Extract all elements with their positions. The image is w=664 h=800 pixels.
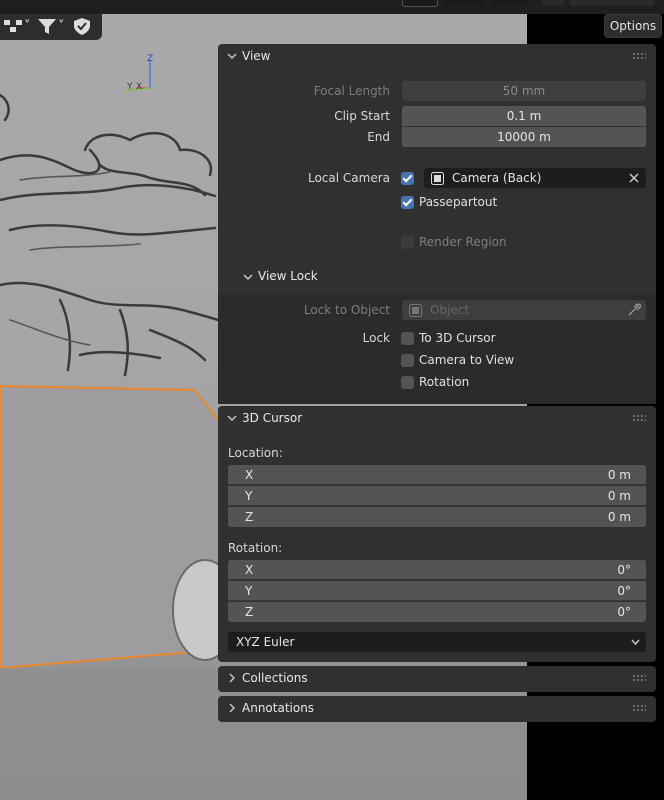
chevron-down-icon [227, 53, 237, 59]
collections-panel-header[interactable]: Collections [218, 666, 656, 692]
object-icon [409, 304, 422, 317]
3d-cursor-panel: 3D Cursor Location: X 0 m Y 0 m Z 0 m Ro… [218, 406, 656, 662]
to-3d-cursor-checkbox[interactable] [401, 332, 414, 345]
axis-label: Z [245, 605, 254, 619]
view-panel-header[interactable]: View [218, 44, 656, 70]
rotation-lock-label: Rotation [419, 375, 470, 389]
camera-to-view-checkbox[interactable] [401, 354, 414, 367]
camera-selector[interactable]: Camera (Back) [424, 168, 646, 188]
rotation-y-field[interactable]: Y 0° [228, 581, 646, 601]
filter-icon[interactable] [38, 19, 56, 35]
location-label: Location: [228, 446, 283, 460]
focal-length-field[interactable]: 50 mm [402, 81, 646, 101]
camera-value: Camera (Back) [452, 171, 542, 185]
close-icon[interactable] [629, 173, 639, 183]
passepartout-checkbox[interactable] [401, 196, 414, 209]
view-lock-section: Lock to Object Object Lock To 3D Cursor … [218, 294, 656, 404]
axis-label: Y [245, 584, 253, 598]
view-lock-header[interactable]: View Lock [218, 264, 656, 290]
axis-value: 0° [617, 563, 631, 577]
clip-end-field[interactable]: 10000 m [402, 127, 646, 147]
rotation-label: Rotation: [228, 541, 283, 555]
render-region-label: Render Region [419, 235, 507, 249]
outliner-icon[interactable] [4, 20, 22, 34]
collections-panel: Collections [218, 666, 656, 692]
gizmo-y-label: Y [126, 82, 133, 92]
chevron-right-icon [229, 703, 235, 713]
3d-cursor-panel-header[interactable]: 3D Cursor [218, 406, 656, 432]
axis-label: X [245, 563, 254, 577]
passepartout-label: Passepartout [419, 195, 498, 209]
axis-label: Y [245, 489, 253, 503]
axis-gizmo: Z Y X [123, 54, 153, 92]
drag-grip-icon[interactable] [632, 414, 646, 422]
render-region-checkbox[interactable] [401, 236, 414, 249]
drag-grip-icon[interactable] [632, 52, 646, 60]
3d-cursor-panel-title: 3D Cursor [242, 411, 303, 425]
axis-label: X [245, 468, 254, 482]
rotation-lock-checkbox[interactable] [401, 376, 414, 389]
header-icon-strip [400, 0, 664, 8]
lock-object-placeholder: Object [430, 303, 470, 317]
lock-object-field[interactable]: Object [402, 300, 646, 320]
chevron-down-icon[interactable]: ˅ [24, 18, 31, 36]
camera-to-view-label: Camera to View [419, 353, 515, 367]
annotations-panel-header[interactable]: Annotations [218, 696, 656, 722]
annotations-panel: Annotations [218, 696, 656, 722]
view-panel-title: View [242, 49, 271, 63]
drag-grip-icon[interactable] [632, 674, 646, 682]
local-camera-checkbox[interactable] [401, 172, 414, 185]
axis-value: 0 m [607, 510, 631, 524]
rotation-mode-value: XYZ Euler [236, 635, 295, 649]
chevron-down-icon[interactable]: ˅ [58, 18, 65, 36]
clip-end-label: End [367, 130, 390, 144]
to-3d-cursor-label: To 3D Cursor [419, 331, 496, 345]
chevron-down-icon [243, 274, 253, 280]
clip-start-label: Clip Start [334, 109, 390, 123]
axis-value: 0° [617, 584, 631, 598]
gizmo-z-label: Z [147, 54, 153, 64]
lock-label: Lock [362, 331, 390, 345]
view-lock-title: View Lock [258, 269, 318, 283]
axis-value: 0 m [607, 489, 631, 503]
chevron-down-icon [227, 415, 237, 421]
axis-label: Z [245, 510, 254, 524]
eyedropper-icon[interactable] [627, 303, 641, 317]
location-x-field[interactable]: X 0 m [228, 465, 646, 485]
shield-icon[interactable] [74, 18, 90, 35]
axis-value: 0 m [607, 468, 631, 482]
view-panel: View Focal Length 50 mm Clip Start 0.1 m… [218, 44, 656, 404]
collections-panel-title: Collections [242, 671, 308, 685]
camera-object-icon [431, 172, 444, 185]
rotation-x-field[interactable]: X 0° [228, 560, 646, 580]
annotations-panel-title: Annotations [242, 701, 315, 715]
options-button[interactable]: Options [604, 14, 662, 38]
rotation-z-field[interactable]: Z 0° [228, 602, 646, 622]
lock-to-object-label: Lock to Object [303, 303, 390, 317]
gizmo-x-label: X [136, 82, 142, 92]
chevron-right-icon [229, 673, 235, 683]
location-y-field[interactable]: Y 0 m [228, 486, 646, 506]
clip-start-field[interactable]: 0.1 m [402, 106, 646, 126]
rotation-mode-dropdown[interactable]: XYZ Euler [228, 632, 646, 652]
focal-length-label: Focal Length [313, 84, 390, 98]
chevron-down-icon [631, 639, 640, 646]
viewport-header-tools: ˅ ˅ [0, 14, 102, 40]
axis-value: 0° [617, 605, 631, 619]
location-z-field[interactable]: Z 0 m [228, 507, 646, 527]
local-camera-label: Local Camera [307, 171, 390, 185]
drag-grip-icon[interactable] [632, 704, 646, 712]
